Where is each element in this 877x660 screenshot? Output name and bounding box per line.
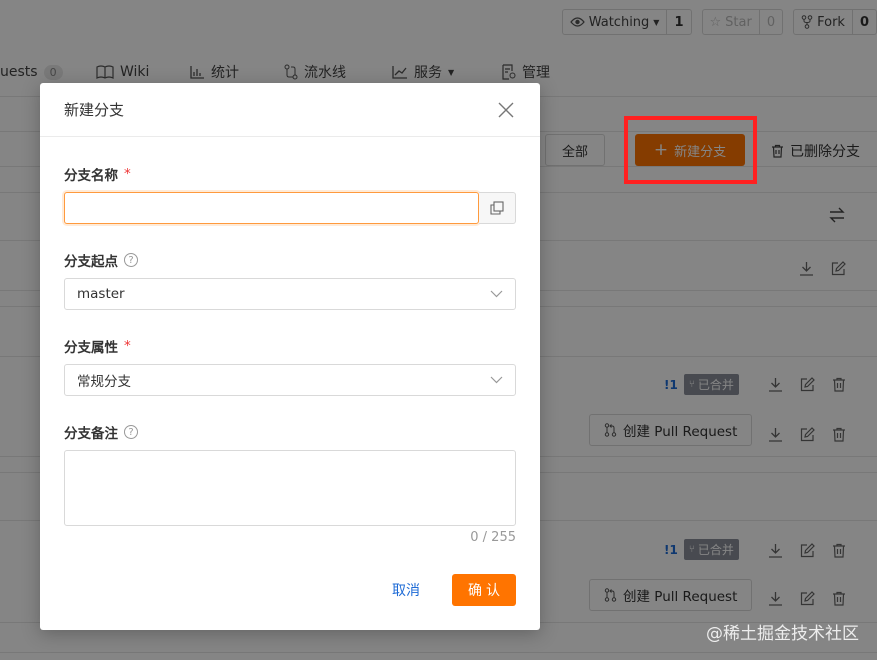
close-icon[interactable] xyxy=(496,100,516,120)
branch-note-label-text: 分支备注 xyxy=(64,426,118,442)
branch-type-value: 常规分支 xyxy=(77,374,131,390)
branch-type-select[interactable]: 常规分支 xyxy=(64,364,516,396)
branch-origin-select[interactable]: master xyxy=(64,278,516,310)
dialog-title: 新建分支 xyxy=(64,101,125,119)
confirm-button[interactable]: 确认 xyxy=(452,574,516,606)
branch-name-label: 分支名称 * xyxy=(64,164,131,184)
new-branch-dialog: 新建分支 分支名称 * 分支起点 ? master 分支属性 * 常规分支 分支… xyxy=(40,83,540,630)
annotation-highlight-box xyxy=(624,116,757,184)
cancel-button[interactable]: 取消 xyxy=(392,580,420,600)
branch-name-input[interactable] xyxy=(64,192,479,224)
branch-origin-label: 分支起点 ? xyxy=(64,250,138,270)
help-icon[interactable]: ? xyxy=(124,425,138,439)
branch-note-label: 分支备注 ? xyxy=(64,422,138,442)
branch-note-textarea[interactable] xyxy=(64,450,516,526)
char-counter: 0 / 255 xyxy=(470,530,516,545)
help-icon[interactable]: ? xyxy=(124,253,138,267)
chevron-down-icon xyxy=(490,290,503,298)
copy-button[interactable] xyxy=(479,192,516,224)
required-mark: * xyxy=(124,338,131,354)
branch-name-label-text: 分支名称 xyxy=(64,168,118,184)
dialog-header: 新建分支 xyxy=(40,83,540,137)
branch-type-label: 分支属性 * xyxy=(64,336,131,356)
required-mark: * xyxy=(124,166,131,182)
watermark-text: @稀土掘金技术社区 xyxy=(706,624,859,644)
branch-type-label-text: 分支属性 xyxy=(64,340,118,356)
branch-origin-label-text: 分支起点 xyxy=(64,254,118,270)
branch-origin-value: master xyxy=(77,286,125,302)
chevron-down-icon xyxy=(490,376,503,384)
copy-icon xyxy=(490,201,504,215)
